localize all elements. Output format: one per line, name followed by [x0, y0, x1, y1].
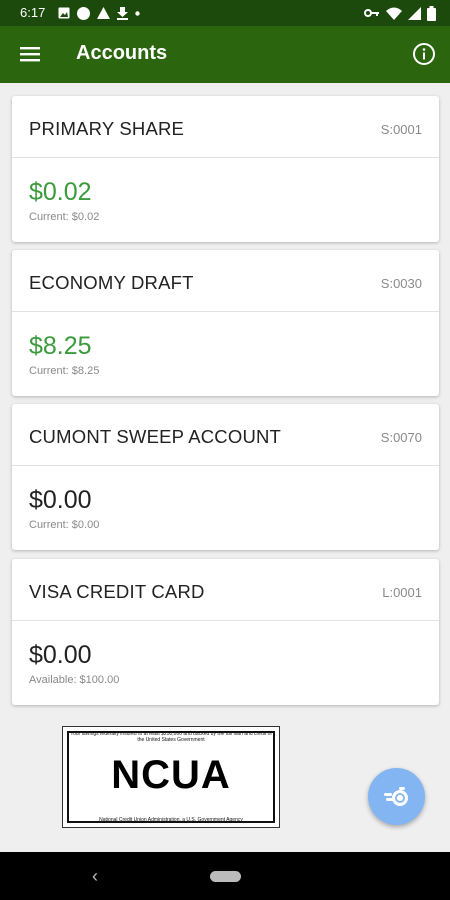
home-pill[interactable]: [210, 871, 241, 882]
account-number: S:0001: [380, 122, 422, 137]
dot-icon: [135, 10, 140, 16]
account-current-balance: Current: $0.02: [29, 211, 100, 223]
account-name: ECONOMY DRAFT: [29, 272, 194, 293]
account-card-primary-share[interactable]: PRIMARY SHARE S:0001 $0.02 Current: $0.0…: [12, 96, 439, 242]
ncua-agency-text: National Credit Union Administration, a …: [99, 817, 243, 823]
app-bar: Accounts: [0, 26, 450, 83]
account-number: S:0070: [380, 430, 422, 445]
transfer-fab-button[interactable]: [368, 768, 425, 825]
account-balance: $0.00: [29, 641, 92, 669]
menu-icon[interactable]: [18, 44, 42, 64]
card-divider: [12, 620, 439, 621]
account-card-cumont-sweep[interactable]: CUMONT SWEEP ACCOUNT S:0070 $0.00 Curren…: [12, 404, 439, 550]
account-current-balance: Current: $0.00: [29, 519, 100, 531]
account-name: CUMONT SWEEP ACCOUNT: [29, 426, 282, 447]
transfer-coins-icon: [384, 787, 408, 806]
card-divider: [12, 157, 439, 158]
back-icon[interactable]: ‹: [92, 866, 98, 887]
page-title: Accounts: [76, 42, 168, 64]
account-balance: $8.25: [29, 332, 92, 360]
account-number: L:0001: [382, 585, 422, 600]
status-bar: 6:17: [0, 0, 450, 26]
card-divider: [12, 465, 439, 466]
account-balance: $0.00: [29, 486, 92, 514]
key-icon: [364, 9, 379, 17]
account-available-balance: Available: $100.00: [29, 674, 120, 686]
account-number: S:0030: [380, 276, 422, 291]
account-name: VISA CREDIT CARD: [29, 581, 205, 602]
ncua-insurance-text: Your savings federally insured to at lea…: [70, 731, 272, 743]
account-current-balance: Current: $8.25: [29, 365, 100, 377]
wifi-icon: [386, 7, 402, 20]
status-time: 6:17: [20, 5, 46, 20]
card-divider: [12, 311, 439, 312]
info-icon[interactable]: [412, 42, 436, 66]
image-icon: [58, 7, 70, 19]
signal-icon: [408, 6, 421, 20]
battery-icon: [427, 5, 436, 21]
ncua-insurance-badge: Your savings federally insured to at lea…: [62, 726, 280, 828]
account-name: PRIMARY SHARE: [29, 118, 185, 139]
circle-icon: [77, 6, 90, 20]
account-card-economy-draft[interactable]: ECONOMY DRAFT S:0030 $8.25 Current: $8.2…: [12, 250, 439, 396]
system-icons: [364, 5, 436, 21]
ncua-logo: NCUA: [111, 753, 231, 797]
notification-icons: [58, 6, 140, 20]
download-icon: [117, 6, 128, 20]
account-card-visa-credit[interactable]: VISA CREDIT CARD L:0001 $0.00 Available:…: [12, 559, 439, 705]
system-nav-bar: ‹: [0, 852, 450, 900]
warning-icon: [97, 7, 110, 19]
account-balance: $0.02: [29, 178, 92, 206]
